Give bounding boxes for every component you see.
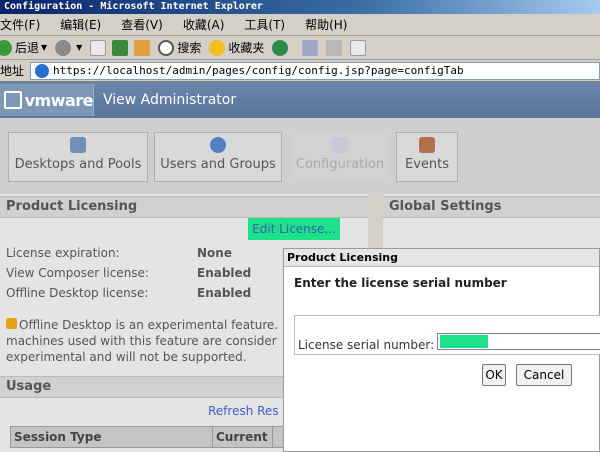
media-icon[interactable]: [272, 39, 289, 56]
view-composer-license-label: View Composer license:: [6, 266, 149, 280]
warning-line: experimental and will not be supported.: [6, 350, 247, 364]
view-composer-license-value: Enabled: [197, 266, 252, 280]
address-input[interactable]: https://localhost/admin/pages/config/con…: [30, 61, 600, 80]
browser-toolbar: 后退 ▼ ▼ 搜索 收藏夹: [0, 36, 600, 60]
search-icon: [158, 39, 175, 56]
dialog-message: Enter the license serial number: [294, 276, 507, 290]
cancel-button[interactable]: Cancel: [516, 364, 572, 386]
warning-line: Offline Desktop is an experimental featu…: [6, 317, 306, 333]
tab-desktops-and-pools[interactable]: Desktops and Pools: [8, 132, 148, 182]
star-icon: [209, 39, 226, 56]
usage-table-header: Session Type Current: [10, 426, 290, 448]
ie-page-icon: [35, 63, 50, 78]
forward-button[interactable]: ▼: [55, 39, 82, 56]
window-title-bar: Configuration - Microsoft Internet Explo…: [0, 0, 600, 14]
desktop-icon: [70, 137, 86, 153]
serial-number-group: License serial number:: [294, 315, 600, 355]
column-session-type: Session Type: [11, 427, 213, 447]
tab-configuration: Configuration: [290, 132, 390, 182]
tab-label: Desktops and Pools: [14, 157, 142, 172]
stop-icon[interactable]: [90, 39, 107, 56]
edit-icon[interactable]: [350, 39, 367, 56]
logo-mark-icon: [4, 91, 22, 109]
product-licensing-dialog: Product Licensing Enter the license seri…: [283, 248, 600, 452]
tab-label: Users and Groups: [160, 157, 276, 172]
menu-favorites[interactable]: 收藏(A): [183, 16, 225, 33]
warning-icon: [6, 318, 17, 329]
tab-events[interactable]: Events: [396, 132, 458, 182]
back-label: 后退: [15, 41, 40, 55]
logo-text: vmware: [24, 90, 94, 110]
menu-edit[interactable]: 编辑(E): [60, 16, 101, 33]
menu-file[interactable]: 文件(F): [0, 16, 40, 33]
search-label: 搜索: [177, 41, 202, 55]
app-tab-bar: Desktops and Pools Users and Groups Conf…: [0, 118, 600, 194]
license-expiration-label: License expiration:: [6, 246, 120, 260]
window-title: Configuration - Microsoft Internet Explo…: [4, 1, 263, 12]
menu-tools[interactable]: 工具(T): [244, 16, 285, 33]
product-licensing-heading: Product Licensing: [0, 196, 368, 218]
edit-license-button[interactable]: Edit License...: [248, 218, 340, 240]
refresh-link[interactable]: Refresh Res: [208, 404, 279, 418]
back-arrow-icon: [0, 39, 12, 56]
tab-label: Events: [404, 157, 449, 172]
serial-number-label: License serial number:: [298, 338, 435, 352]
users-icon: [210, 137, 226, 153]
favorites-button[interactable]: 收藏夹: [209, 39, 264, 56]
address-label: 地址: [0, 64, 25, 78]
serial-number-input[interactable]: [437, 333, 600, 350]
tab-users-and-groups[interactable]: Users and Groups: [154, 132, 282, 182]
experimental-warning: Offline Desktop is an experimental featu…: [6, 317, 306, 365]
global-settings-heading: Global Settings: [383, 196, 600, 218]
dialog-title: Product Licensing: [284, 249, 599, 267]
masked-serial-value: [440, 335, 488, 348]
home-icon[interactable]: [134, 39, 151, 56]
offline-desktop-license-value: Enabled: [197, 286, 252, 300]
offline-desktop-license-label: Offline Desktop license:: [6, 286, 149, 300]
mail-icon[interactable]: [302, 39, 319, 56]
events-icon: [419, 137, 435, 153]
app-title: View Administrator: [103, 92, 237, 108]
forward-arrow-icon: [55, 39, 72, 56]
tab-label: Configuration: [295, 157, 385, 172]
address-bar: 地址 https://localhost/admin/pages/config/…: [0, 60, 600, 82]
app-header: vmware View Administrator: [0, 82, 600, 118]
vmware-logo: vmware: [0, 84, 94, 116]
chevron-down-icon[interactable]: ▼: [76, 43, 82, 52]
print-icon[interactable]: [326, 39, 343, 56]
chevron-down-icon[interactable]: ▼: [41, 43, 47, 52]
refresh-icon[interactable]: [112, 39, 129, 56]
favorites-label: 收藏夹: [228, 41, 265, 55]
address-url: https://localhost/admin/pages/config/con…: [53, 64, 464, 77]
configuration-icon: [332, 137, 348, 153]
menu-help[interactable]: 帮助(H): [305, 16, 347, 33]
license-expiration-value: None: [197, 246, 232, 260]
ok-button[interactable]: OK: [482, 364, 506, 386]
back-button[interactable]: 后退 ▼: [0, 39, 47, 56]
menu-bar: 文件(F) 编辑(E) 查看(V) 收藏(A) 工具(T) 帮助(H): [0, 14, 600, 36]
menu-view[interactable]: 查看(V): [121, 16, 163, 33]
warning-line: machines used with this feature are cons…: [6, 334, 277, 348]
search-button[interactable]: 搜索: [158, 39, 201, 56]
column-current: Current: [213, 427, 273, 447]
